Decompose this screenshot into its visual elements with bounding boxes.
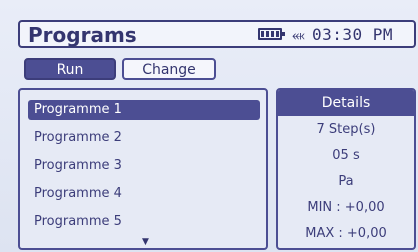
details-min: MIN : +0,00	[307, 200, 385, 215]
battery-full-icon	[258, 28, 285, 40]
details-panel: Details 7 Step(s) 05 s Pa MIN : +0,00 MA…	[276, 88, 416, 250]
details-max: MAX : +0,00	[305, 226, 387, 241]
list-item-programme-5[interactable]: Programme 5	[28, 212, 260, 232]
list-item-programme-2[interactable]: Programme 2	[28, 128, 260, 148]
title-bar: Programs ⬼ 03:30 PM	[18, 20, 416, 48]
plug-icon: ⬼	[292, 26, 305, 44]
details-unit: Pa	[338, 174, 354, 189]
details-duration: 05 s	[332, 148, 360, 163]
details-steps: 7 Step(s)	[316, 122, 376, 137]
list-item-programme-4[interactable]: Programme 4	[28, 184, 260, 204]
page-title: Programs	[28, 23, 137, 47]
change-button[interactable]: Change	[122, 58, 216, 80]
arrow-down-icon[interactable]: ▼	[142, 237, 149, 247]
list-item-programme-1[interactable]: Programme 1	[28, 100, 260, 120]
clock: 03:30 PM	[312, 25, 394, 44]
list-item-programme-3[interactable]: Programme 3	[28, 156, 260, 176]
details-header: Details	[278, 90, 414, 116]
program-list[interactable]: Programme 1 Programme 2 Programme 3 Prog…	[18, 88, 268, 250]
run-button[interactable]: Run	[24, 58, 116, 80]
device-screen: Programs ⬼ 03:30 PM Run Change Programme…	[0, 0, 418, 252]
